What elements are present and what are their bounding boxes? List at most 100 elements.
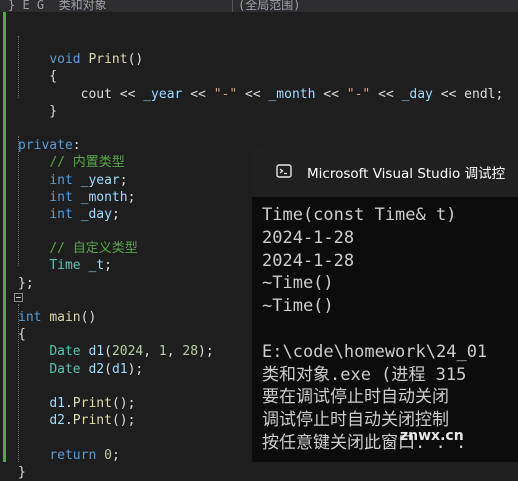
watermark: znwx.cn	[400, 428, 464, 444]
code-token: int	[18, 310, 42, 325]
code-line[interactable]	[18, 120, 503, 137]
code-token: d2	[49, 413, 65, 429]
console-line: 要在调试停止时自动关闭	[262, 387, 449, 408]
code-token: );	[198, 344, 214, 360]
code-token: Print	[72, 413, 112, 429]
console-title-bar[interactable]: Microsoft Visual Studio 调试控	[252, 145, 518, 197]
code-token: ;	[104, 258, 112, 274]
code-token: };	[18, 275, 34, 291]
code-token: ,	[166, 344, 183, 360]
code-token: ()	[80, 310, 97, 325]
code-token: _month	[268, 86, 316, 102]
console-line: E:\code\homework\24_01	[262, 341, 488, 362]
code-token: ()	[127, 52, 144, 68]
code-token: <<	[370, 86, 402, 102]
code-token: "-"	[213, 86, 238, 102]
code-line[interactable]: }	[18, 103, 503, 120]
code-token: "-"	[346, 86, 371, 102]
code-token: _day	[80, 206, 112, 222]
code-line[interactable]: cout << _year << "-" << _month << "-" <<…	[18, 86, 504, 103]
editor-tab-strip: }_E_G_ 类和对象 (全局范围)	[0, 0, 518, 12]
code-token: _day	[401, 86, 433, 102]
code-token: 2024	[111, 344, 144, 360]
tab-separator	[232, 0, 233, 12]
console-title: Microsoft Visual Studio 调试控	[307, 166, 506, 182]
code-token: Date	[49, 344, 81, 360]
code-token: int	[49, 172, 73, 188]
code-line[interactable]: }	[18, 464, 503, 481]
code-token: // 内置类型	[49, 155, 125, 171]
terminal-icon	[276, 164, 292, 178]
tab-source-file[interactable]: }_E_G_ 类和对象	[8, 0, 198, 11]
code-token: 28	[182, 344, 199, 360]
code-token: );	[127, 361, 144, 377]
code-token: ;	[111, 447, 120, 463]
code-token: }	[18, 464, 26, 480]
code-token: ,	[143, 344, 159, 360]
console-line: 2024-1-28	[262, 227, 355, 248]
code-token: ;	[111, 206, 120, 222]
console-line: Time(const Time& t)	[262, 205, 457, 225]
code-token: (	[104, 361, 112, 377]
code-token: cout <<	[18, 86, 144, 102]
code-token: {	[18, 69, 58, 85]
code-token: ;	[127, 189, 136, 205]
code-token: 1	[158, 344, 167, 360]
code-token: .	[64, 395, 73, 411]
code-token: <<	[182, 86, 214, 102]
code-token: ;	[119, 172, 128, 188]
code-token: << endl;	[432, 86, 504, 102]
code-token: // 自定义类型	[49, 241, 138, 257]
console-line: 类和对象.exe (进程 315	[262, 364, 467, 385]
code-token: <<	[315, 86, 347, 102]
code-token: Print	[88, 52, 128, 68]
code-line[interactable]	[18, 34, 503, 51]
code-token: _year	[80, 172, 120, 188]
code-token: d1	[88, 344, 105, 360]
code-token: int	[49, 206, 73, 222]
code-token: void	[49, 52, 81, 68]
code-token: .	[64, 413, 73, 429]
code-token: {	[18, 327, 26, 343]
console-line: 2024-1-28	[262, 250, 355, 271]
code-token: ();	[111, 413, 136, 429]
console-line: ~Time()	[262, 296, 334, 317]
code-token: 0	[104, 447, 112, 463]
code-token: private	[18, 138, 73, 154]
code-token: _month	[80, 189, 128, 205]
console-line: ~Time()	[262, 273, 334, 294]
code-line[interactable]: void Print()	[18, 51, 503, 68]
code-token: d2	[88, 361, 105, 377]
code-token: (	[104, 344, 112, 360]
code-token: d1	[111, 361, 128, 377]
console-output: Time(const Time& t) 2024-1-28 2024-1-28 ~Ti…	[262, 204, 487, 455]
code-token: return	[49, 447, 97, 463]
code-token: main	[49, 310, 81, 325]
code-token: }	[18, 103, 58, 119]
code-token: int	[49, 189, 73, 205]
tab-scope-dropdown[interactable]: (全局范围)	[238, 0, 378, 11]
debug-console-window[interactable]: Microsoft Visual Studio 调试控 Time(const T…	[252, 145, 518, 462]
change-tracking-bar	[3, 12, 6, 462]
code-token: _year	[143, 86, 183, 102]
code-token: ();	[111, 395, 136, 411]
code-token: Time	[49, 258, 81, 274]
code-token: Print	[72, 395, 112, 411]
code-token: d1	[49, 395, 65, 411]
code-line[interactable]: {	[18, 68, 503, 85]
